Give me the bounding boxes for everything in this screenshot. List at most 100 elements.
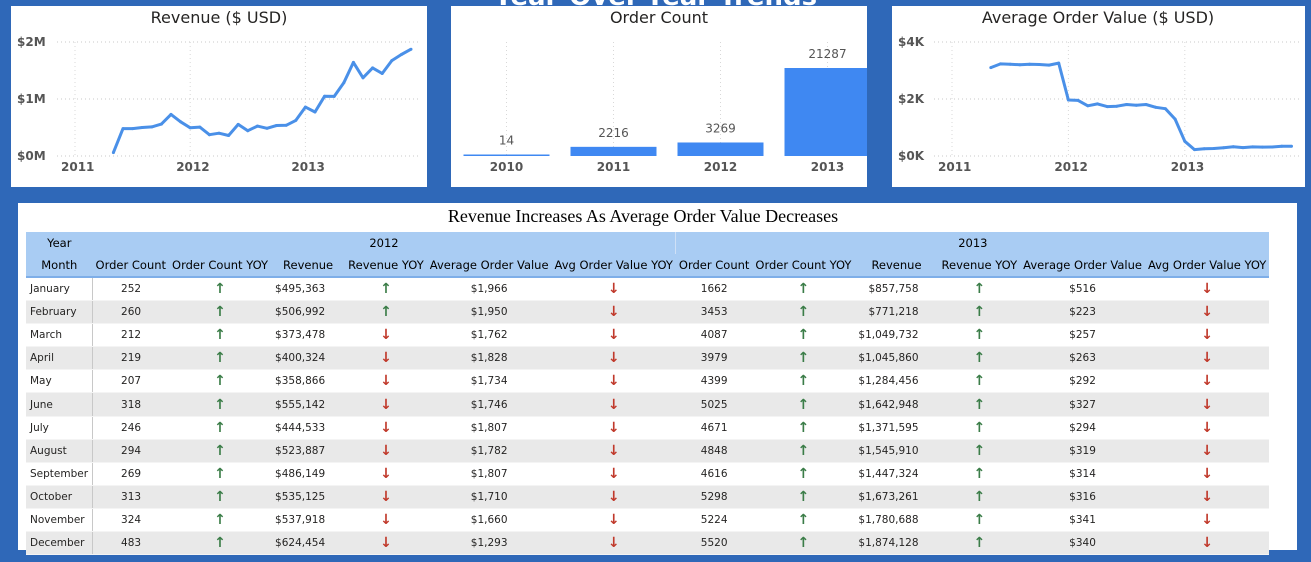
table-row[interactable]: May 207 ↑ $358,866 ↓ $1,734 ↓ 4399 ↑ $1,284,456 ↑ $… [26,369,1270,394]
revenue-point[interactable] [140,126,144,129]
aov-point[interactable] [1163,107,1167,111]
revenue-point[interactable] [159,122,163,126]
order-count-bar[interactable] [570,146,657,156]
month-header[interactable]: Month [26,254,93,278]
order-count-bar[interactable] [677,142,764,156]
aov-point[interactable] [1222,146,1226,150]
aov-point[interactable] [1125,103,1129,106]
revenue-point[interactable] [150,125,154,129]
revenue-point[interactable] [255,124,259,128]
aov-point[interactable] [1144,103,1148,106]
col-header-y2012-4[interactable]: Average Order Value [426,254,552,278]
col-header-y2013-2[interactable]: Revenue [854,254,939,278]
aov-point[interactable] [1231,145,1235,149]
table-row[interactable]: September 269 ↑ $486,149 ↓ $1,807 ↓ 4616 ↑ $1,447… [26,462,1270,486]
aov-point[interactable] [1066,98,1070,102]
aov-point[interactable] [1086,104,1090,108]
table-row[interactable]: June 318 ↑ $555,142 ↓ $1,746 ↓ 5025 ↑ $1,642,948 ↑… [26,392,1270,417]
revenue-chart-card[interactable]: Revenue ($ USD) $0M $1M $2M 2011 2012 2013 [11,6,427,187]
revenue-point[interactable] [188,126,192,130]
aov-point[interactable] [1212,147,1216,150]
revenue-point[interactable] [361,76,365,80]
aov-point[interactable] [1290,144,1293,148]
revenue-point[interactable] [351,60,355,64]
col-header-y2013-4[interactable]: Average Order Value [1020,254,1145,278]
table-row[interactable]: December 483 ↑ $624,454 ↓ $1,293 ↓ 5520 ↑ $1,874,… [26,531,1270,556]
revenue-point[interactable] [371,66,375,70]
revenue-point[interactable] [227,134,231,137]
aov-point[interactable] [1028,62,1032,66]
revenue-point[interactable] [246,129,250,133]
col-header-y2013-0[interactable]: Order Count [675,254,753,278]
aov-point[interactable] [1251,145,1255,149]
revenue-point[interactable] [111,151,115,155]
aov-point[interactable] [1173,117,1177,121]
revenue-point[interactable] [236,122,240,126]
aov-point[interactable] [1105,105,1109,109]
revenue-point[interactable] [179,120,183,124]
year-header[interactable]: Year [26,232,93,254]
revenue-point[interactable] [275,124,279,127]
aov-point[interactable] [1280,144,1284,148]
col-header-y2012-5[interactable]: Avg Order Value YOY [551,254,676,278]
revenue-point[interactable] [294,118,298,122]
col-header-y2012-0[interactable]: Order Count [92,254,170,278]
aov-point[interactable] [1270,145,1274,149]
order-count-chart-card[interactable]: Order Count 14 2010 2216 2011 3269 2012 21287 20… [451,6,867,187]
table-row[interactable]: July 246 ↑ $444,533 ↓ $1,807 ↓ 4671 ↑ $1,371,595 ↑… [26,416,1270,440]
revenue-series-line[interactable] [112,47,412,154]
table-row[interactable]: February 260 ↑ $506,992 ↑ $1,950 ↓ 3453 ↑ $771,21… [26,300,1270,325]
aov-point[interactable] [1134,103,1138,107]
table-row[interactable]: November 324 ↑ $537,918 ↓ $1,660 ↓ 5224 ↑ $1,780,… [26,508,1270,533]
aov-point[interactable] [1154,105,1158,109]
col-header-y2012-3[interactable]: Revenue YOY [345,254,427,278]
aov-point[interactable] [1018,63,1022,67]
col-header-y2013-3[interactable]: Revenue YOY [938,254,1021,278]
revenue-matrix-card[interactable]: Revenue Increases As Average Order Value… [18,203,1297,556]
aov-point[interactable] [1241,146,1245,150]
aov-series-line[interactable] [990,61,1292,152]
revenue-point[interactable] [399,53,403,56]
revenue-point[interactable] [303,105,307,109]
revenue-point[interactable] [207,133,211,137]
revenue-point[interactable] [313,110,317,114]
revenue-point[interactable] [131,127,135,131]
aov-point[interactable] [1076,98,1080,102]
aov-point[interactable] [1202,147,1206,151]
col-header-y2012-2[interactable]: Revenue [271,254,346,278]
revenue-point[interactable] [390,59,394,63]
revenue-point[interactable] [342,81,346,85]
order-count-bar[interactable] [784,68,868,156]
aov-point[interactable] [1115,104,1119,108]
table-row[interactable]: January 252 ↑ $495,363 ↑ $1,966 ↓ 1662 ↑ $857,758… [26,277,1270,302]
aov-point[interactable] [1008,62,1012,66]
order-count-bar[interactable] [463,154,550,157]
revenue-point[interactable] [217,131,221,135]
table-row[interactable]: October 313 ↑ $535,125 ↓ $1,710 ↓ 5298 ↑ $1,673,2… [26,485,1270,509]
revenue-point[interactable] [409,47,413,51]
col-header-y2013-1[interactable]: Order Count YOY [752,254,855,278]
table-row[interactable]: April 219 ↑ $400,324 ↓ $1,828 ↓ 3979 ↑ $1,045,860… [26,346,1270,371]
year-2012-header[interactable]: 2012 [92,232,677,254]
aov-point[interactable] [1193,148,1196,152]
aov-point[interactable] [1260,145,1264,149]
aov-point[interactable] [989,66,993,70]
revenue-point[interactable] [380,72,384,75]
revenue-point[interactable] [284,123,288,127]
revenue-point[interactable] [323,94,327,98]
aov-chart-card[interactable]: Average Order Value ($ USD) $0K $2K $4K 2011… [892,6,1305,187]
revenue-point[interactable] [332,94,336,98]
col-header-y2012-1[interactable]: Order Count YOY [169,254,272,278]
table-row[interactable]: March 212 ↑ $373,478 ↓ $1,762 ↓ 4087 ↑ $1,049,732… [26,323,1270,348]
year-2013-header[interactable]: 2013 [675,232,1270,254]
table-row[interactable]: August 294 ↑ $523,887 ↓ $1,782 ↓ 4848 ↑ $1,545,91… [26,439,1270,463]
col-header-y2013-5[interactable]: Avg Order Value YOY [1144,254,1270,278]
revenue-point[interactable] [198,125,202,129]
aov-point[interactable] [1057,61,1061,65]
aov-point[interactable] [1183,139,1187,143]
aov-point[interactable] [1047,63,1051,67]
revenue-point[interactable] [121,127,125,131]
revenue-point[interactable] [169,112,173,116]
aov-point[interactable] [999,62,1002,66]
aov-point[interactable] [1037,63,1041,66]
